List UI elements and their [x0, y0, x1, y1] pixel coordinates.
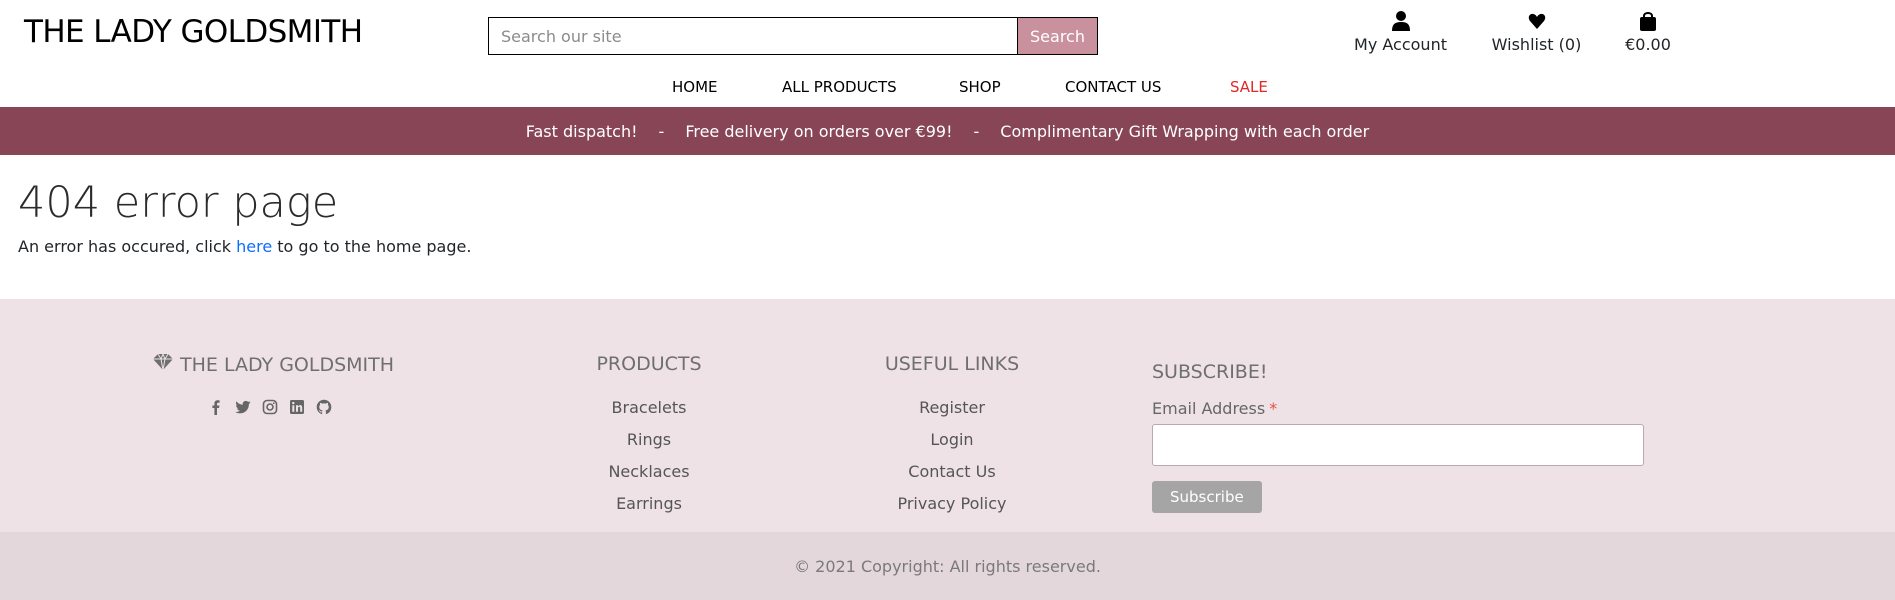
banner-separator: -: [973, 121, 980, 141]
email-label: Email Address *: [1152, 399, 1644, 418]
footer-link-privacy-policy[interactable]: Privacy Policy: [872, 488, 1032, 520]
footer-link-earrings[interactable]: Earrings: [560, 488, 738, 520]
shopping-bag-link[interactable]: €0.00: [1622, 10, 1674, 54]
gem-icon: [152, 352, 174, 376]
subscribe-form: SUBSCRIBE! Email Address * Subscribe: [1152, 361, 1644, 513]
banner-message-delivery: Free delivery on orders over €99!: [685, 121, 953, 141]
footer-link-login[interactable]: Login: [872, 424, 1032, 456]
footer-link-rings[interactable]: Rings: [560, 424, 738, 456]
my-account-link[interactable]: My Account: [1353, 10, 1448, 54]
nav-contact-us[interactable]: CONTACT US: [1065, 78, 1161, 96]
github-icon[interactable]: [316, 399, 332, 415]
promo-banner: Fast dispatch! - Free delivery on orders…: [0, 107, 1895, 155]
banner-separator: -: [658, 121, 665, 141]
linkedin-icon[interactable]: [289, 399, 305, 415]
footer-products: PRODUCTS Bracelets Rings Necklaces Earri…: [560, 353, 738, 520]
instagram-icon[interactable]: [262, 399, 278, 415]
footer-link-necklaces[interactable]: Necklaces: [560, 456, 738, 488]
footer-link-contact-us[interactable]: Contact Us: [872, 456, 1032, 488]
wishlist-label: Wishlist (0): [1491, 35, 1582, 54]
social-links: [208, 399, 332, 415]
subscribe-button[interactable]: Subscribe: [1152, 481, 1262, 513]
search-button[interactable]: Search: [1017, 17, 1098, 55]
footer-brand[interactable]: THE LADY GOLDSMITH: [152, 352, 395, 376]
error-message: An error has occured, click here to go t…: [18, 237, 471, 256]
error-text-before: An error has occured, click: [18, 237, 232, 256]
nav-home[interactable]: HOME: [672, 78, 718, 96]
site-logo[interactable]: THE LADY GOLDSMITH: [24, 14, 363, 50]
footer-useful-links-title: USEFUL LINKS: [884, 353, 1020, 375]
email-field[interactable]: [1152, 424, 1644, 466]
wishlist-link[interactable]: Wishlist (0): [1489, 10, 1584, 54]
footer-useful-links: USEFUL LINKS Register Login Contact Us P…: [872, 353, 1032, 520]
email-label-text: Email Address: [1152, 399, 1266, 418]
my-account-label: My Account: [1354, 35, 1447, 54]
footer-products-title: PRODUCTS: [596, 353, 702, 375]
error-text-after: to go to the home page.: [277, 237, 472, 256]
shopping-bag-icon: [1622, 10, 1674, 32]
home-link[interactable]: here: [236, 237, 272, 256]
footer: THE LADY GOLDSMITH PRODUCTS Bracelets Ri…: [0, 299, 1895, 532]
facebook-icon[interactable]: [208, 399, 224, 415]
page-title: 404 error page: [18, 178, 339, 228]
nav-shop[interactable]: SHOP: [959, 78, 1001, 96]
bag-total: €0.00: [1625, 35, 1671, 54]
nav-all-products[interactable]: ALL PRODUCTS: [782, 78, 897, 96]
footer-brand-label: THE LADY GOLDSMITH: [180, 353, 395, 376]
twitter-icon[interactable]: [235, 399, 251, 415]
heart-icon: [1489, 10, 1584, 32]
subscribe-title: SUBSCRIBE!: [1152, 361, 1268, 383]
search-form: Search: [488, 17, 1098, 55]
search-input[interactable]: [488, 17, 1017, 55]
nav-sale[interactable]: SALE: [1230, 78, 1268, 96]
banner-message-gift-wrapping: Complimentary Gift Wrapping with each or…: [1000, 121, 1370, 141]
footer-link-bracelets[interactable]: Bracelets: [560, 392, 738, 424]
copyright: © 2021 Copyright: All rights reserved.: [0, 532, 1895, 600]
banner-message-dispatch: Fast dispatch!: [525, 121, 638, 141]
user-icon: [1353, 10, 1448, 32]
footer-link-register[interactable]: Register: [872, 392, 1032, 424]
required-marker: *: [1269, 399, 1278, 418]
